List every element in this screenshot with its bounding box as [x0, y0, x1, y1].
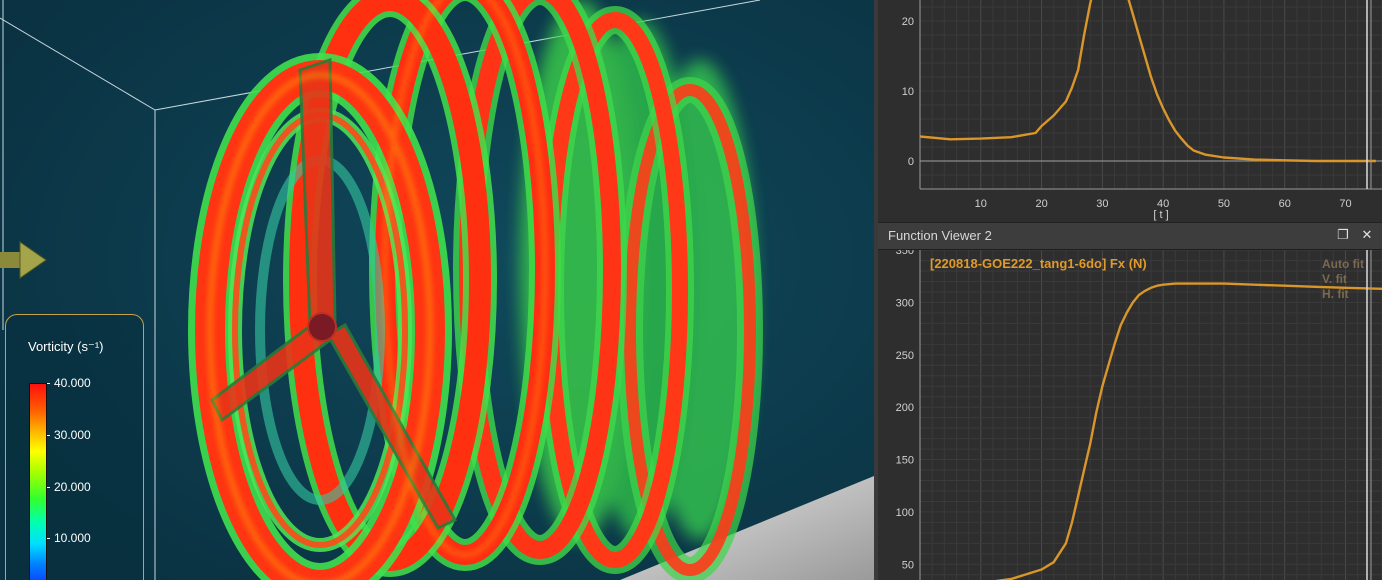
legend-tick-label: 40.000 [54, 376, 91, 390]
y-tick-label: 10 [902, 86, 914, 98]
colorbar-legend: Vorticity (s⁻¹) 40.000 30.000 20.000 10.… [5, 314, 144, 580]
viewer-title: Function Viewer 2 [888, 228, 992, 243]
y-tick-label: 100 [896, 507, 914, 519]
x-tick-label: 60 [1279, 198, 1291, 210]
restore-icon[interactable]: ❐ [1334, 226, 1352, 244]
x-tick-label: 50 [1218, 198, 1230, 210]
3d-viewport[interactable]: Vorticity (s⁻¹) 40.000 30.000 20.000 10.… [0, 0, 874, 580]
function-viewer-1-chart[interactable]: 0102010 20 30 40 50 60 70[ t ] [878, 0, 1382, 222]
legend-tick-mark [47, 383, 50, 384]
x-tick-label: 70 [1339, 198, 1351, 210]
y-tick-label: 300 [896, 297, 914, 309]
y-tick-label: 50 [902, 559, 914, 571]
function-viewer-1[interactable]: 0 10 20 10 20 30 40 50 60 70[ t ] [878, 0, 1382, 222]
legend-tick-label: 10.000 [54, 531, 91, 545]
colorbar-gradient [29, 383, 47, 580]
y-tick-label: 200 [896, 402, 914, 414]
legend-tick-mark [47, 487, 50, 488]
function-viewer-2-chart[interactable]: 35030025020015010050[220818-GOE222_tang1… [878, 222, 1382, 580]
y-tick-label: 250 [896, 350, 914, 362]
auto-fit-button[interactable]: Auto fit [1322, 257, 1364, 271]
x-tick-label: 30 [1096, 198, 1108, 210]
rotor-hub [307, 312, 337, 342]
legend-tick-mark [47, 435, 50, 436]
x-axis-label: [ t ] [1153, 209, 1168, 221]
x-tick-label: 10 [975, 198, 987, 210]
series-legend-label: [220818-GOE222_tang1-6do] Fx (N) [930, 256, 1147, 271]
y-tick-label: 150 [896, 455, 914, 467]
y-tick-label: 20 [902, 16, 914, 28]
legend-tick-label: 20.000 [54, 480, 91, 494]
function-viewer-2[interactable]: 350 300 250 200 150 100 50 [220818-GOE222_tang1… [878, 222, 1382, 580]
v-fit-button[interactable]: V. fit [1322, 272, 1347, 286]
legend-title: Vorticity (s⁻¹) [28, 339, 104, 354]
legend-tick-label: 30.000 [54, 428, 91, 442]
h-fit-button[interactable]: H. fit [1322, 287, 1349, 301]
legend-tick-mark [47, 538, 50, 539]
function-viewer-2-header: Function Viewer 2 ❐ ✕ [878, 222, 1382, 250]
x-tick-label: 20 [1035, 198, 1047, 210]
close-icon[interactable]: ✕ [1358, 226, 1376, 244]
y-tick-label: 0 [908, 156, 914, 168]
